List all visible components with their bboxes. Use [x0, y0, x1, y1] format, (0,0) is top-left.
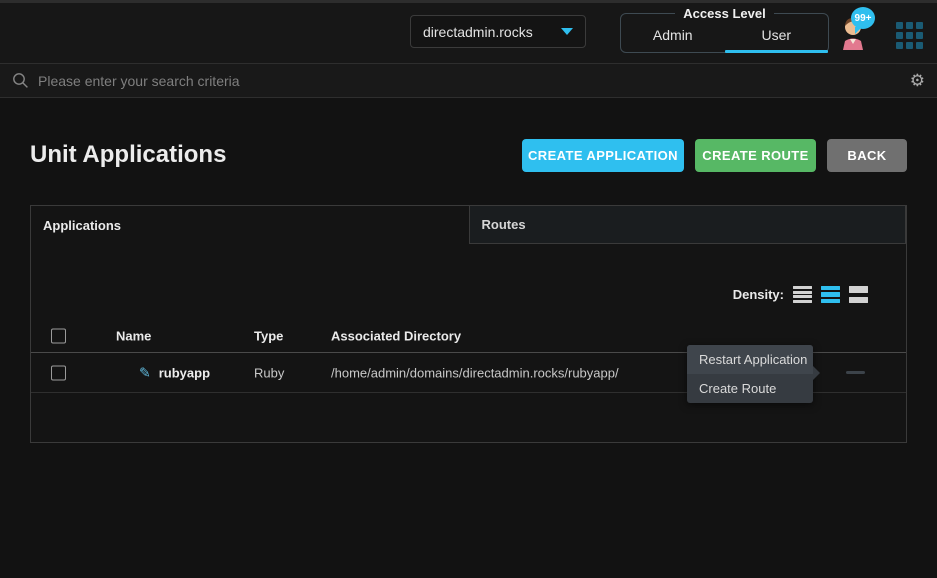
density-compact-icon[interactable] [793, 286, 812, 303]
create-application-button[interactable]: CREATE APPLICATION [522, 139, 684, 172]
density-comfortable-icon[interactable] [849, 286, 868, 303]
select-all-checkbox[interactable] [51, 328, 66, 343]
menu-item-create-route[interactable]: Create Route [687, 374, 813, 403]
top-bar: directadmin.rocks Access Level Admin Use… [0, 0, 937, 63]
search-input[interactable] [38, 73, 910, 89]
access-level-legend: Access Level [675, 6, 773, 21]
panel-tabs: Applications Routes [31, 206, 906, 244]
access-level-admin[interactable]: Admin [621, 27, 725, 43]
column-header-directory: Associated Directory [331, 328, 461, 343]
tab-routes[interactable]: Routes [469, 205, 907, 244]
search-icon [12, 72, 29, 89]
tab-applications-label: Applications [43, 218, 121, 233]
row-type: Ruby [254, 365, 284, 380]
topbar-accent-strip [0, 0, 937, 3]
context-menu-arrow [813, 366, 820, 380]
row-directory: /home/admin/domains/directadmin.rocks/ru… [331, 365, 619, 380]
row-context-menu: Restart Application Create Route [687, 345, 813, 403]
density-label: Density: [733, 287, 784, 302]
domain-select[interactable]: directadmin.rocks [410, 15, 586, 48]
apps-grid-icon[interactable] [896, 22, 923, 49]
gear-icon[interactable]: ⚙ [910, 72, 925, 89]
tab-routes-label: Routes [482, 217, 526, 232]
domain-select-value: directadmin.rocks [423, 24, 533, 40]
notification-badge[interactable]: 99+ [851, 7, 875, 29]
column-header-type: Type [254, 328, 283, 343]
tab-applications[interactable]: Applications [31, 206, 469, 244]
access-level-user[interactable]: User [725, 27, 829, 43]
row-actions-menu-icon[interactable] [846, 371, 865, 374]
menu-item-restart-application[interactable]: Restart Application [687, 345, 813, 374]
density-normal-icon[interactable] [821, 286, 840, 303]
global-search-bar: ⚙ [0, 63, 937, 98]
page-title: Unit Applications [30, 141, 226, 169]
back-button[interactable]: BACK [827, 139, 907, 172]
create-route-button[interactable]: CREATE ROUTE [695, 139, 816, 172]
edit-pencil-icon[interactable]: ✎ [139, 366, 151, 380]
access-level-active-indicator [725, 50, 829, 53]
access-level-switch: Access Level Admin User [620, 6, 829, 53]
column-header-name: Name [116, 328, 151, 343]
row-checkbox[interactable] [51, 365, 66, 380]
chevron-down-icon [561, 28, 573, 35]
row-name: rubyapp [159, 365, 210, 380]
notification-count: 99+ [855, 13, 872, 24]
unit-applications-panel: Applications Routes Density: Name Type A… [30, 205, 907, 443]
density-selector: Density: [733, 286, 868, 303]
